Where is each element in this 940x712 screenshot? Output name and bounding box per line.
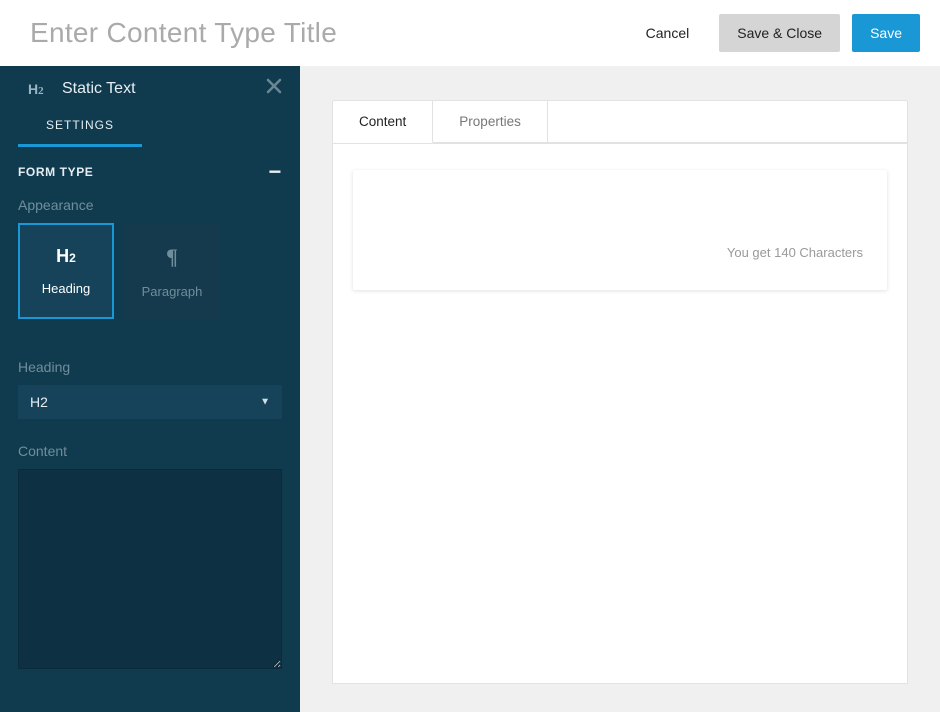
sidebar-header: H2 Static Text [0, 66, 300, 108]
page-title-input[interactable]: Enter Content Type Title [30, 17, 337, 49]
heading-field-label: Heading [18, 359, 282, 375]
cancel-button[interactable]: Cancel [628, 14, 708, 52]
tabs-filler [548, 101, 907, 143]
close-icon[interactable] [266, 78, 282, 99]
tab-content[interactable]: Content [333, 101, 433, 143]
section-form-type-title: FORM TYPE [18, 165, 93, 179]
tab-properties[interactable]: Properties [433, 101, 548, 143]
content-card[interactable]: You get 140 Characters [353, 170, 887, 290]
heading-h2-icon: H2 [28, 81, 48, 97]
heading-h2-icon: H2 [56, 246, 76, 267]
content-tabs: Content Properties [332, 100, 908, 144]
content-textarea[interactable] [18, 469, 282, 669]
content-field-label: Content [18, 443, 282, 459]
content-panel: You get 140 Characters [332, 144, 908, 684]
sidebar-tabs: SETTINGS [0, 108, 300, 147]
content-area: Content Properties You get 140 Character… [300, 66, 940, 712]
appearance-options: H2 Heading ¶ Paragraph [18, 223, 282, 319]
appearance-option-heading[interactable]: H2 Heading [18, 223, 114, 319]
paragraph-icon: ¶ [166, 244, 178, 270]
appearance-option-label: Paragraph [142, 284, 203, 299]
character-hint: You get 140 Characters [727, 245, 863, 260]
heading-select-wrap: H2 ▼ [18, 385, 282, 419]
main: H2 Static Text SETTINGS FORM TYPE − Appe… [0, 66, 940, 712]
topbar-actions: Cancel Save & Close Save [628, 14, 920, 52]
settings-sidebar: H2 Static Text SETTINGS FORM TYPE − Appe… [0, 66, 300, 712]
topbar: Enter Content Type Title Cancel Save & C… [0, 0, 940, 66]
save-and-close-button[interactable]: Save & Close [719, 14, 840, 52]
appearance-label: Appearance [18, 197, 282, 213]
save-button[interactable]: Save [852, 14, 920, 52]
heading-select[interactable]: H2 [18, 385, 282, 419]
sidebar-title: Static Text [62, 80, 136, 98]
appearance-option-label: Heading [42, 281, 90, 296]
sidebar-body: FORM TYPE − Appearance H2 Heading ¶ Para… [0, 147, 300, 712]
section-form-type-header[interactable]: FORM TYPE − [18, 165, 282, 179]
appearance-option-paragraph[interactable]: ¶ Paragraph [124, 223, 220, 319]
collapse-icon[interactable]: − [269, 167, 282, 177]
tab-settings[interactable]: SETTINGS [18, 108, 142, 147]
